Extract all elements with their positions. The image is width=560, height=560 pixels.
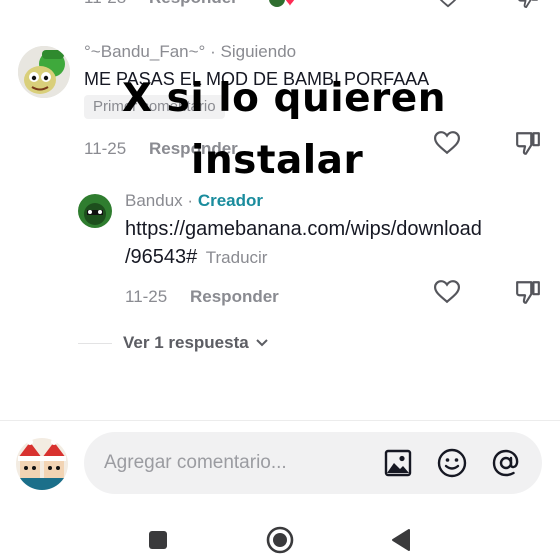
replies-divider [78,343,112,344]
at-mention-icon [492,449,519,477]
chevron-down-icon [255,339,268,347]
previous-reply-button[interactable]: Responder [149,0,238,8]
image-icon [384,449,412,477]
comment-like-button[interactable] [433,131,461,160]
heart-icon [433,131,461,155]
creator-username[interactable]: Bandux [125,191,183,210]
user-avatar[interactable] [16,438,68,490]
dislike-icon [516,281,540,304]
mention-button[interactable] [490,447,522,479]
creator-username-row: Bandux · Creador [125,191,263,211]
comment-input[interactable] [104,432,374,494]
emoji-button[interactable] [436,447,468,479]
reply-link-line-2[interactable]: /96543# [125,246,197,268]
commenter-username-row: °~Bandu_Fan~° · Siguiendo [84,42,296,62]
commenter-username[interactable]: °~Bandu_Fan~° [84,42,205,61]
dislike-icon [516,132,540,155]
reply-like-button[interactable] [433,280,461,309]
reply-reply-button[interactable]: Responder [190,287,279,307]
previous-comment-date: 11-28 [84,0,126,8]
home-button[interactable] [264,524,296,556]
reply-link-line-2-row: /96543# Traducir [125,243,267,271]
overlay-caption-line-1: X si lo quieren [122,76,446,121]
back-icon [392,529,410,551]
separator: · [210,42,216,61]
recent-apps-button[interactable] [145,527,171,553]
dislike-icon [518,0,538,8]
emoji-icon [437,448,467,478]
reply-date: 11-25 [125,287,168,306]
reply-reply-label: Responder [190,287,279,306]
heart-icon [433,280,461,304]
translate-button[interactable]: Traducir [206,248,268,267]
recent-apps-icon [149,531,167,549]
creator-avatar[interactable] [78,194,112,228]
comment-input-container [84,432,542,494]
add-image-button[interactable] [382,447,414,479]
heart-icon [439,0,457,8]
previous-like-button[interactable] [436,0,460,13]
commenter-avatar[interactable] [18,46,70,98]
home-icon [266,526,294,554]
previous-comment-actions: 11-28 Responder [0,0,560,10]
view-replies-label: Ver 1 respuesta [123,333,249,352]
comment-date: 11-25 [84,139,127,158]
reacted-avatars [268,0,298,8]
following-label: Siguiendo [220,42,297,61]
view-replies-button[interactable]: Ver 1 respuesta [123,333,270,353]
reply-link-line-1[interactable]: https://gamebanana.com/wips/download [125,215,482,243]
creator-badge: Creador [197,191,263,210]
reply-dislike-button[interactable] [515,280,541,309]
overlay-caption-line-2: instalar [191,138,364,183]
comment-dislike-button[interactable] [515,131,541,160]
separator: · [187,191,194,210]
back-button[interactable] [388,526,414,554]
previous-dislike-button[interactable] [516,0,540,13]
